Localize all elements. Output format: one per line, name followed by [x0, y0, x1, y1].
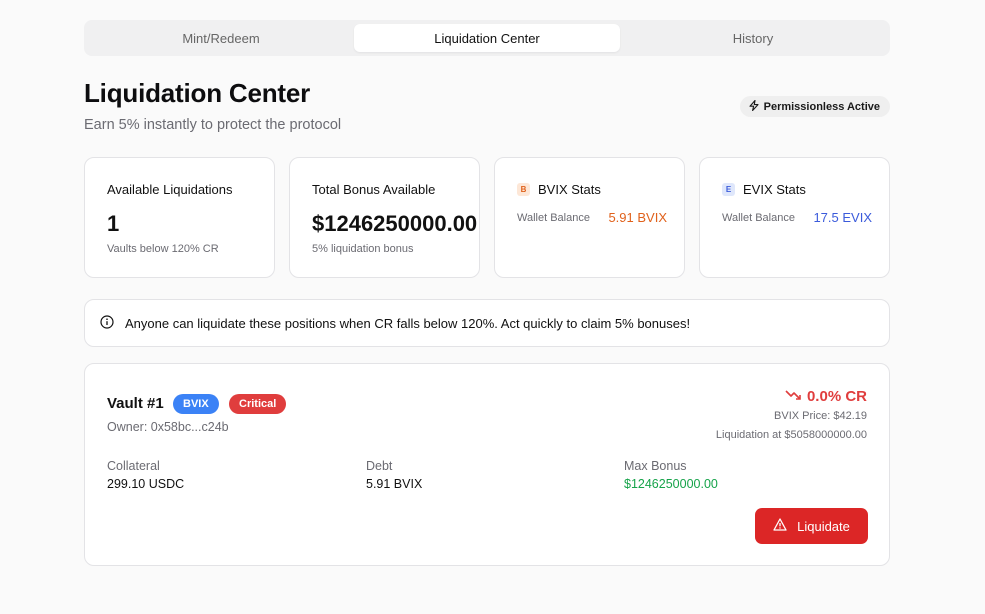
- debt-value: 5.91 BVIX: [366, 477, 423, 491]
- lightning-icon: [749, 99, 759, 114]
- info-text: Anyone can liquidate these positions whe…: [125, 315, 691, 331]
- info-alert: Anyone can liquidate these positions whe…: [84, 299, 890, 347]
- tab-mint-redeem[interactable]: Mint/Redeem: [88, 24, 354, 52]
- tab-bar: Mint/Redeem Liquidation Center History: [84, 20, 890, 56]
- vault-title: Vault #1: [107, 395, 164, 412]
- wallet-balance-label: Wallet Balance: [722, 211, 795, 224]
- max-bonus-column: Max Bonus $1246250000.00: [624, 459, 718, 491]
- token-badge: BVIX: [173, 394, 219, 414]
- bvix-stats-card: B BVIX Stats Wallet Balance 5.91 BVIX: [494, 157, 685, 278]
- permissionless-badge: Permissionless Active: [739, 96, 890, 117]
- bvix-wallet-balance: 5.91 BVIX: [608, 210, 667, 225]
- collateral-label: Collateral: [107, 459, 160, 473]
- total-bonus-card: Total Bonus Available $1246250000.00 5% …: [289, 157, 480, 278]
- evix-stats-card: E EVIX Stats Wallet Balance 17.5 EVIX: [699, 157, 890, 278]
- card-label: Available Liquidations: [107, 182, 233, 197]
- page-title: Liquidation Center: [84, 78, 311, 108]
- liquidate-label: Liquidate: [797, 518, 850, 534]
- bvix-price: BVIX Price: $42.19: [774, 410, 867, 422]
- liquidation-threshold: Liquidation at $5058000000.00: [715, 429, 867, 441]
- evix-wallet-balance: 17.5 EVIX: [813, 210, 872, 225]
- debt-column: Debt 5.91 BVIX: [366, 459, 422, 491]
- tab-history[interactable]: History: [620, 24, 886, 52]
- card-note: 5% liquidation bonus: [312, 243, 414, 255]
- card-label: EVIX Stats: [743, 182, 806, 197]
- warning-triangle-icon: [773, 518, 787, 534]
- trending-down-icon: [785, 388, 801, 405]
- card-label: Total Bonus Available: [312, 182, 436, 197]
- debt-label: Debt: [366, 459, 393, 473]
- total-bonus-value: $1246250000.00: [312, 211, 478, 236]
- max-bonus-label: Max Bonus: [624, 459, 687, 473]
- vault-card: Vault #1 BVIX Critical Owner: 0x58bc...c…: [84, 363, 890, 566]
- available-liquidations-card: Available Liquidations 1 Vaults below 12…: [84, 157, 275, 278]
- collateral-ratio: 0.0% CR: [785, 388, 867, 405]
- card-note: Vaults below 120% CR: [107, 243, 219, 255]
- collateral-value: 299.10 USDC: [107, 477, 185, 491]
- evix-token-icon: E: [722, 183, 735, 196]
- bvix-token-icon: B: [517, 183, 530, 196]
- vault-owner: Owner: 0x58bc...c24b: [107, 420, 229, 434]
- wallet-balance-label: Wallet Balance: [517, 211, 590, 224]
- info-icon: [100, 314, 114, 332]
- cr-value: 0.0% CR: [806, 388, 867, 405]
- available-count: 1: [107, 211, 120, 236]
- status-badge: Critical: [229, 394, 287, 414]
- liquidate-button[interactable]: Liquidate: [755, 508, 868, 544]
- card-label: BVIX Stats: [538, 182, 601, 197]
- max-bonus-value: $1246250000.00: [624, 477, 718, 491]
- badge-label: Permissionless Active: [763, 100, 880, 113]
- collateral-column: Collateral 299.10 USDC: [107, 459, 184, 491]
- tab-liquidation-center[interactable]: Liquidation Center: [354, 24, 620, 52]
- page-subtitle: Earn 5% instantly to protect the protoco…: [84, 117, 342, 133]
